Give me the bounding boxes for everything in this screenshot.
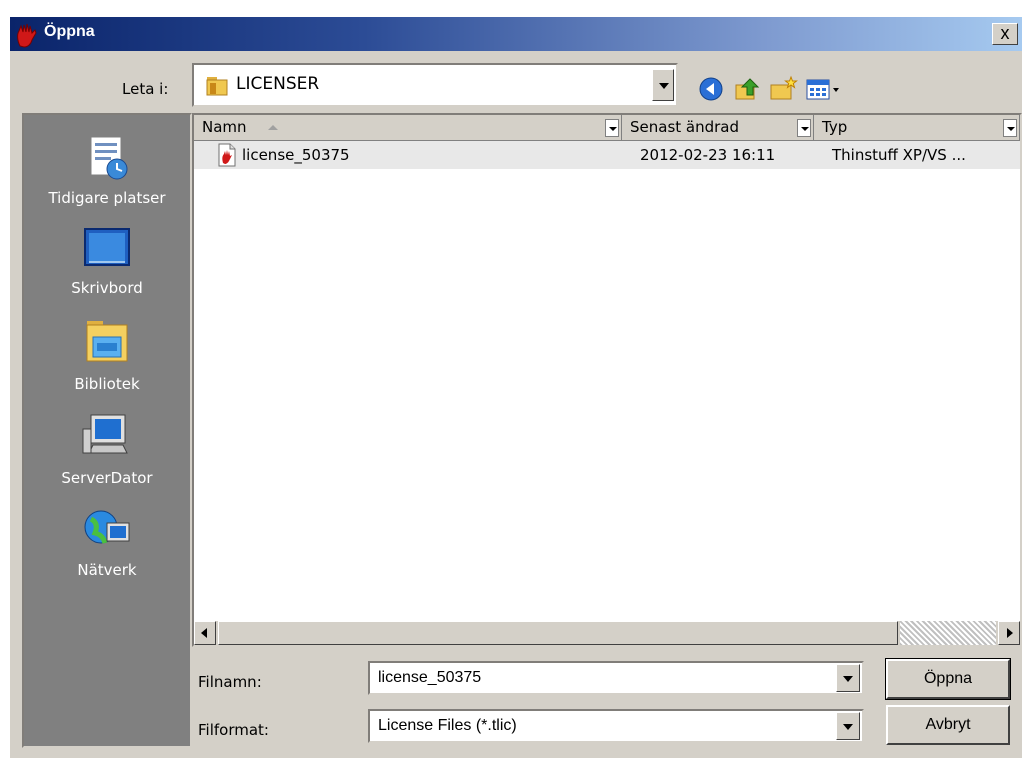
sort-ascending-icon [268,125,278,130]
column-header-modified[interactable]: Senast ändrad [622,115,814,141]
up-folder-icon[interactable] [732,75,762,103]
file-modified: 2012-02-23 16:11 [640,146,776,164]
file-name: license_50375 [242,146,350,164]
place-computer[interactable]: ServerDator [24,411,190,487]
scroll-thumb[interactable] [218,621,898,645]
place-recent[interactable]: Tidigare platser [24,131,190,207]
filetype-select[interactable]: License Files (*.tlic) [368,709,864,743]
scroll-right-button[interactable] [998,621,1020,645]
view-menu-icon[interactable] [804,75,844,103]
column-header-name[interactable]: Namn [194,115,622,141]
cancel-button[interactable]: Avbryt [886,705,1010,745]
app-hand-icon [17,23,37,48]
close-button[interactable]: x [992,23,1018,45]
recent-places-icon [90,136,128,180]
place-network[interactable]: Nätverk [24,503,190,579]
horizontal-scrollbar[interactable] [194,621,1020,645]
file-list[interactable]: Namn Senast ändrad Typ license_50375 201… [192,113,1022,647]
open-file-dialog: Öppna x Leta i: LICENSER Tidigare platse… [10,17,1022,758]
place-label: Nätverk [77,561,137,579]
places-bar: Tidigare platser Skrivbord Bibliotek Ser… [22,113,192,748]
desktop-icon [84,228,130,266]
place-label: Bibliotek [74,375,140,393]
place-label: Tidigare platser [48,189,166,207]
column-filter-dropdown[interactable] [1003,119,1017,137]
file-row[interactable]: license_50375 2012-02-23 16:11 Thinstuff… [194,141,1020,169]
folder-icon [206,77,228,96]
network-icon [84,510,130,544]
column-filter-dropdown[interactable] [605,119,619,137]
place-libraries[interactable]: Bibliotek [24,315,190,393]
filename-label: Filnamn: [198,673,262,691]
back-icon[interactable] [696,75,726,103]
filename-dropdown-arrow[interactable] [836,664,860,692]
license-file-icon [218,143,236,167]
computer-icon [82,414,128,454]
window-title: Öppna [44,23,95,40]
look-in-dropdown-arrow[interactable] [652,69,674,101]
place-label: Skrivbord [71,279,143,297]
look-in-label: Leta i: [122,80,169,98]
filetype-label: Filformat: [198,721,269,739]
look-in-combobox[interactable]: LICENSER [192,63,678,107]
filename-input[interactable]: license_50375 [368,661,864,695]
look-in-value: LICENSER [236,74,320,94]
open-button[interactable]: Öppna [885,658,1011,700]
new-folder-icon[interactable] [768,75,798,103]
filetype-dropdown-arrow[interactable] [836,712,860,740]
libraries-icon [86,321,128,362]
title-bar: Öppna x [10,17,1022,51]
column-filter-dropdown[interactable] [797,119,811,137]
scroll-left-button[interactable] [194,621,216,645]
place-desktop[interactable]: Skrivbord [24,225,190,297]
place-label: ServerDator [61,469,153,487]
column-header-type[interactable]: Typ [814,115,1020,141]
file-type: Thinstuff XP/VS ... [832,146,966,164]
scroll-track[interactable] [900,621,996,645]
